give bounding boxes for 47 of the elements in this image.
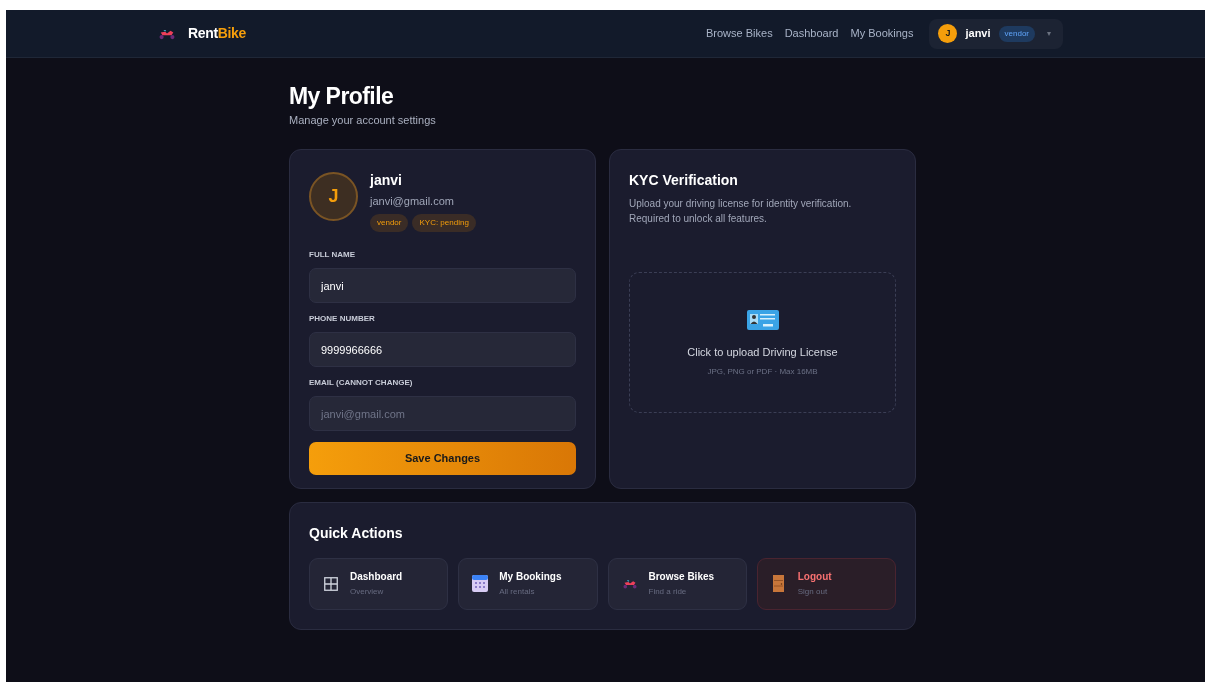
input-field[interactable]: 9999966666 — [309, 332, 576, 367]
upload-hint: JPG, PNG or PDF · Max 16MB — [707, 366, 818, 379]
page-subtitle: Manage your account settings — [289, 113, 437, 128]
quick-action-button[interactable]: Dashboard Overview — [309, 557, 449, 610]
brand-logo[interactable]: RentBike — [188, 23, 246, 44]
user-name: janvi — [965, 26, 991, 42]
field-label: EMAIL (CANNOT CHANGE) — [309, 377, 414, 389]
nav-link[interactable]: Dashboard — [784, 25, 839, 42]
door-icon — [770, 575, 787, 592]
action-subtitle: Overview — [350, 586, 385, 598]
calendar-icon — [472, 575, 489, 592]
upload-label: Click to upload Driving License — [687, 344, 838, 360]
save-button[interactable]: Save Changes — [309, 442, 576, 475]
profile-avatar: J — [309, 171, 358, 221]
quick-action-button[interactable]: My Bookings All rentals — [458, 557, 598, 610]
card-description: Upload your driving license for identity verification. Required to unlock all features. — [629, 196, 853, 226]
caret-icon: ▾ — [1047, 27, 1051, 40]
status-badge: KYC: pending — [412, 214, 476, 232]
action-subtitle: Sign out — [797, 586, 829, 598]
action-subtitle: Find a ride — [648, 586, 688, 598]
upload-dropzone[interactable]: Click to upload Driving License JPG, PNG or PDF · Max 16MB — [629, 271, 896, 413]
motorbike-icon — [158, 27, 176, 40]
nav-link[interactable]: My Bookings — [850, 25, 914, 42]
input-field: janvi@gmail.com — [309, 396, 576, 431]
role-badge: vendor — [998, 25, 1035, 42]
profile-name: janvi — [370, 170, 403, 190]
card-title: Quick Actions — [309, 523, 404, 543]
page-title: My Profile — [289, 82, 395, 110]
input-field[interactable]: janvi — [309, 268, 576, 303]
action-title: Dashboard — [350, 570, 403, 584]
action-subtitle: All rentals — [499, 586, 536, 598]
field-label: FULL NAME — [309, 249, 357, 261]
nav-link[interactable]: Browse Bikes — [706, 25, 773, 42]
profile-email: janvi@gmail.com — [370, 193, 455, 209]
status-badge: vendor — [370, 214, 409, 232]
field-label: PHONE NUMBER — [309, 313, 376, 325]
quick-action-button[interactable]: Logout Sign out — [756, 557, 896, 610]
user-menu[interactable]: J janvi vendor ▾ — [929, 18, 1063, 49]
quick-action-button[interactable]: Browse Bikes Find a ride — [607, 557, 747, 610]
card-title: KYC Verification — [629, 170, 739, 190]
id-card-icon — [746, 309, 779, 330]
motorbike-icon — [621, 578, 638, 589]
action-title: My Bookings — [499, 570, 562, 584]
avatar: J — [938, 24, 958, 43]
action-title: Browse Bikes — [648, 570, 715, 584]
grid-icon — [323, 576, 339, 591]
action-title: Logout — [797, 570, 832, 584]
